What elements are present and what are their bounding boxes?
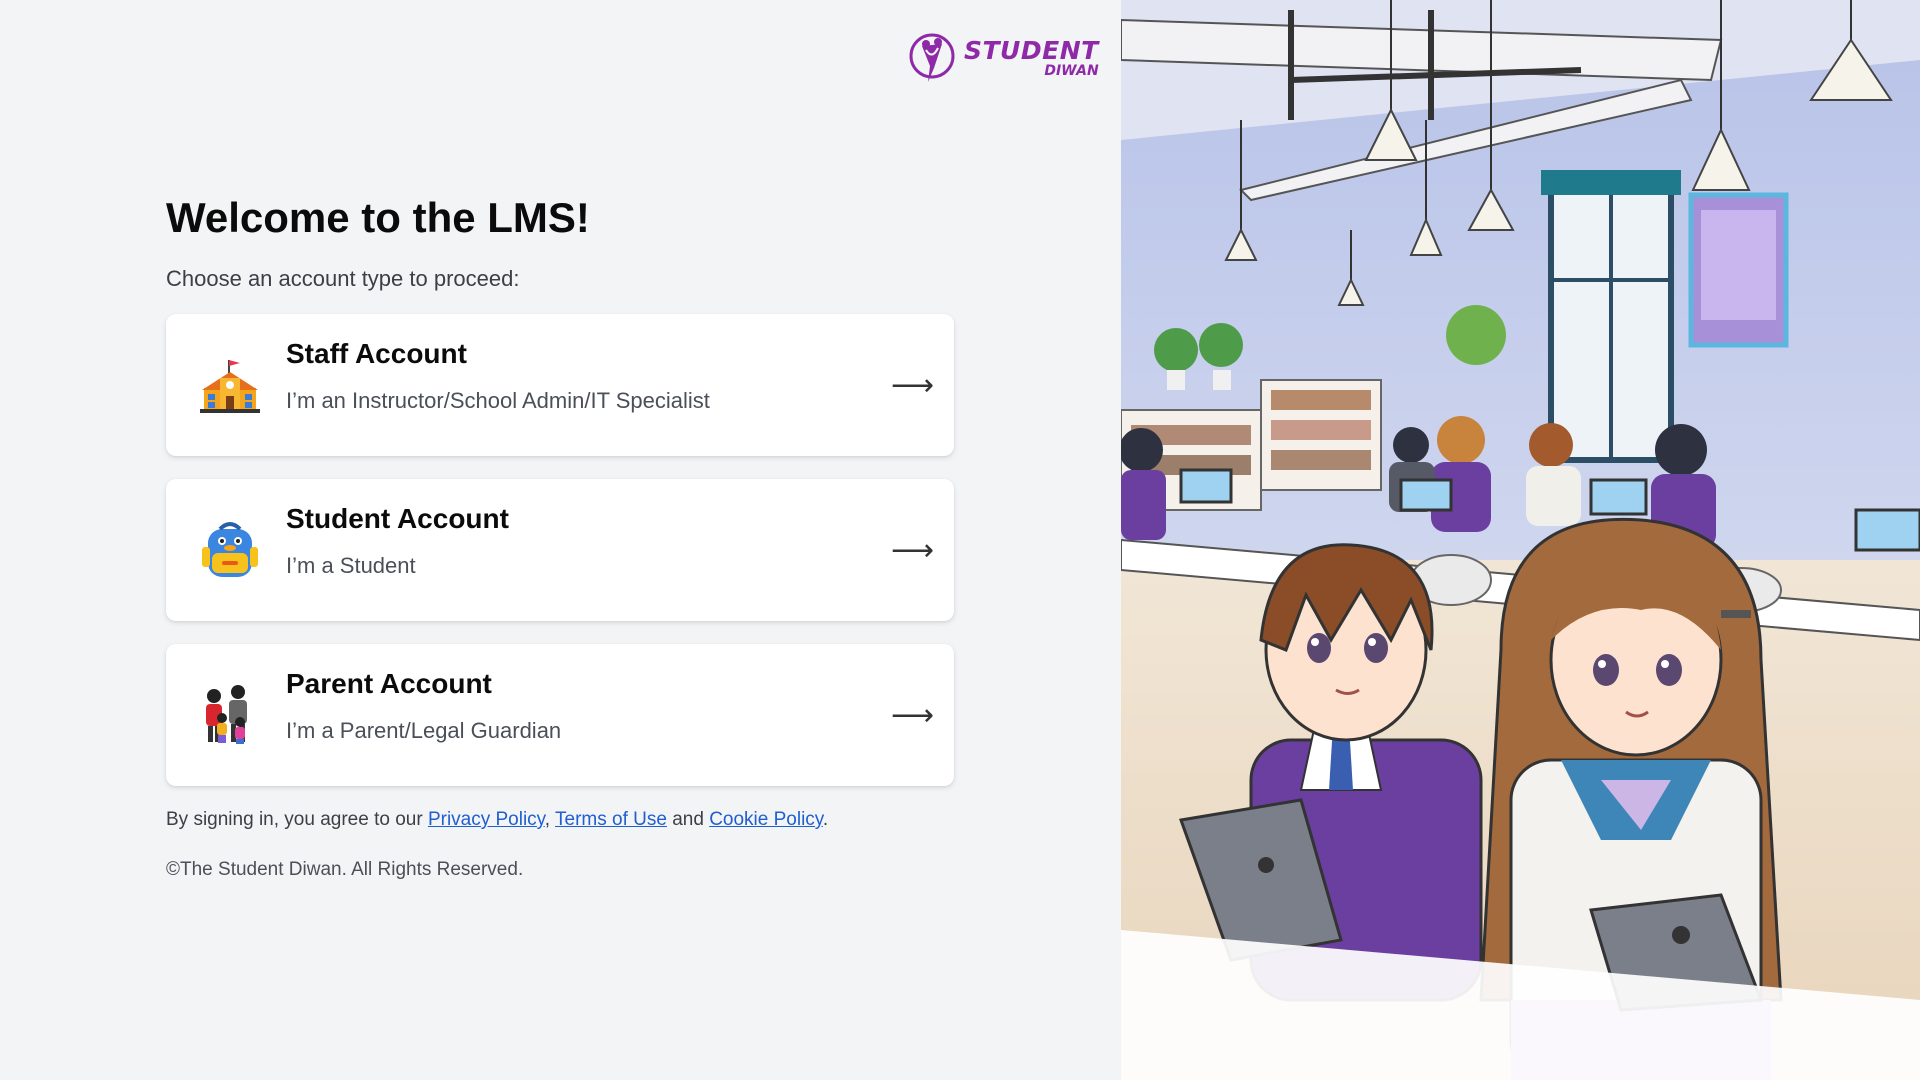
page-subtitle: Choose an account type to proceed: [166, 266, 520, 291]
staff-account-card[interactable]: Staff Account I’m an Instructor/School A… [166, 314, 954, 456]
privacy-policy-link[interactable]: Privacy Policy [428, 809, 545, 830]
terms-prefix: By signing in, you agree to our [166, 809, 428, 830]
staff-account-name: Staff Account [286, 338, 467, 369]
terms-of-use-link[interactable]: Terms of Use [555, 809, 667, 830]
arrow-right-icon: ⟶ [890, 368, 934, 403]
student-account-description: I’m a Student [286, 553, 416, 578]
page: STUDENT DIWAN Welcome to the LMS! Choose… [0, 0, 1920, 1080]
staff-account-description: I’m an Instructor/School Admin/IT Specia… [286, 388, 710, 413]
arrow-right-icon: ⟶ [890, 698, 934, 733]
brand-logo: STUDENT DIWAN [908, 30, 1099, 86]
arrow-right-icon: ⟶ [890, 533, 934, 568]
page-title: Welcome to the LMS! [166, 194, 590, 241]
school-building-icon [200, 360, 260, 413]
terms-notice: By signing in, you agree to our Privacy … [166, 809, 828, 831]
cookie-policy-link[interactable]: Cookie Policy [709, 809, 823, 830]
brand-line1: STUDENT [964, 36, 1099, 65]
terms-period: . [822, 809, 829, 830]
family-icon [206, 685, 247, 744]
classroom-illustration [1121, 0, 1920, 1080]
student-account-name: Student Account [286, 503, 509, 534]
hero-illustration [1121, 0, 1920, 1080]
backpack-icon [202, 522, 258, 577]
parent-account-description: I’m a Parent/Legal Guardian [286, 718, 562, 743]
copyright-text: ©The Student Diwan. All Rights Reserved. [166, 859, 524, 880]
brand-line2: DIWAN [1044, 63, 1099, 79]
brand-name: STUDENT DIWAN [964, 38, 1099, 78]
parent-account-card[interactable]: Parent Account I’m a Parent/Legal Guardi… [166, 644, 954, 786]
student-account-card[interactable]: Student Account I’m a Student ⟶ [166, 479, 954, 621]
terms-and: and [666, 809, 710, 830]
student-diwan-logo-icon [909, 33, 955, 82]
terms-comma: , [544, 809, 555, 830]
login-panel: STUDENT DIWAN Welcome to the LMS! Choose… [0, 0, 1121, 1080]
parent-account-name: Parent Account [286, 668, 492, 699]
